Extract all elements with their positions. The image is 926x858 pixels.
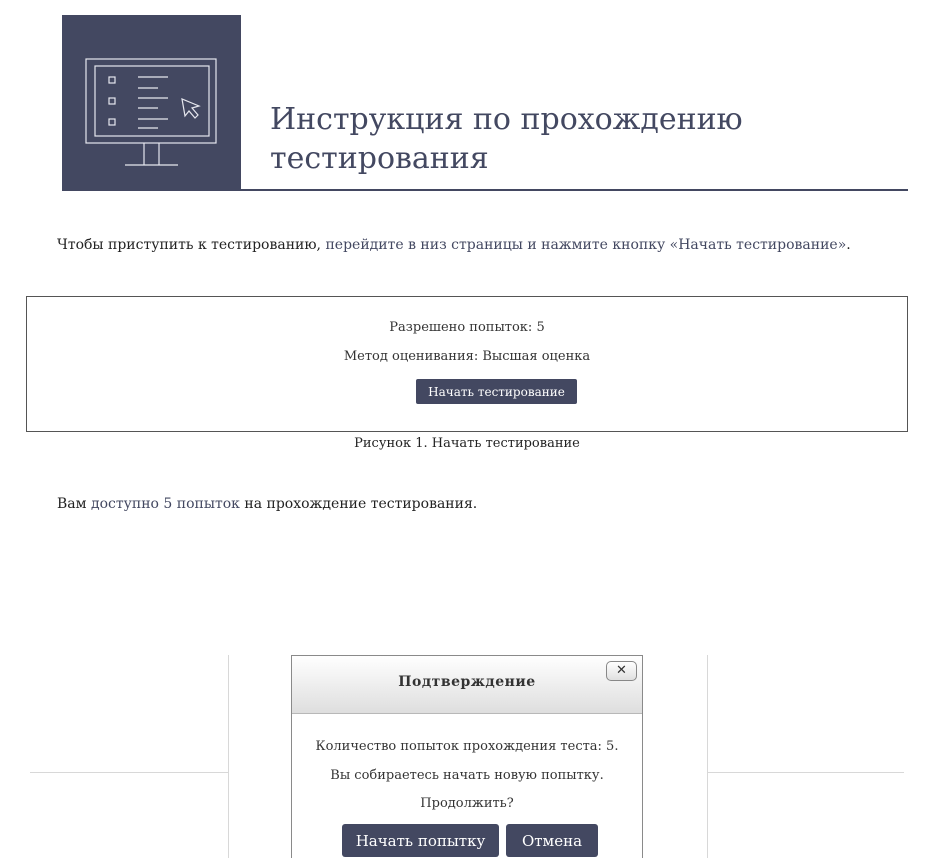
header-divider xyxy=(62,189,908,191)
intro-period: . xyxy=(846,237,851,253)
figure2-rule-right xyxy=(707,772,904,773)
start-test-button[interactable]: Начать тестирование xyxy=(416,379,577,404)
header-icon-panel xyxy=(62,15,241,190)
monitor-checklist-icon xyxy=(85,58,217,166)
attempts-suffix: на прохождение тестирования. xyxy=(239,496,478,512)
intro-paragraph: Чтобы приступить к тестированию, перейди… xyxy=(57,237,851,253)
dialog-new-attempt-text: Вы собираетесь начать новую попытку. xyxy=(330,768,604,783)
dialog-attempts-count: Количество попыток прохождения теста: 5. xyxy=(315,739,619,754)
page-title-line1: Инструкция по прохождению xyxy=(270,102,743,137)
figure2-frame-right xyxy=(707,655,708,858)
figure2-rule-left xyxy=(30,772,228,773)
figure-caption: Рисунок 1. Начать тестирование xyxy=(354,436,580,451)
dialog-title: Подтверждение xyxy=(398,674,536,690)
cancel-button[interactable]: Отмена xyxy=(506,824,598,857)
allowed-attempts-text: Разрешено попыток: 5 xyxy=(389,320,545,335)
start-attempt-button[interactable]: Начать попытку xyxy=(342,824,499,857)
intro-text: Чтобы приступить к тестированию, xyxy=(57,237,326,253)
figure2-frame-left xyxy=(228,655,229,858)
close-icon[interactable]: ✕ xyxy=(606,661,637,681)
figure-start-test: Разрешено попыток: 5 Метод оценивания: В… xyxy=(26,296,908,432)
grading-method-text: Метод оценивания: Высшая оценка xyxy=(343,349,591,364)
dialog-header: Подтверждение ✕ xyxy=(292,656,642,714)
attempts-highlight: доступно 5 попыток xyxy=(90,496,240,512)
confirmation-dialog: Подтверждение ✕ Количество попыток прохо… xyxy=(291,655,643,858)
intro-highlight: перейдите в низ страницы и нажмите кнопк… xyxy=(325,237,847,253)
attempts-prefix: Вам xyxy=(57,496,91,512)
dialog-continue-question: Продолжить? xyxy=(420,796,514,811)
page-title-line2: тестирования xyxy=(270,141,489,176)
page-title: Инструкция по прохождению тестирования xyxy=(270,100,890,178)
attempts-paragraph: Вам доступно 5 попыток на прохождение те… xyxy=(57,496,477,512)
